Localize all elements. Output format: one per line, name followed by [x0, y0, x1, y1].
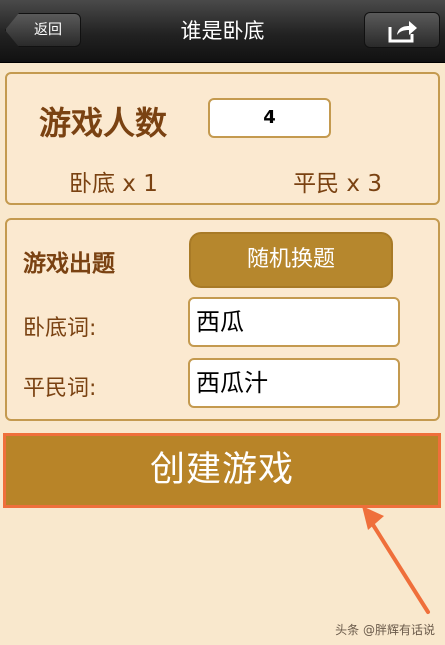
watermark-text: 头条 @胖辉有话说	[335, 623, 435, 637]
civilian-count-text: 平民 x 3	[293, 171, 382, 197]
player-count-panel: 游戏人数 4 卧底 x 1 平民 x 3	[5, 72, 440, 205]
share-icon	[388, 21, 417, 43]
question-label: 游戏出题	[23, 251, 115, 277]
annotation-arrow-icon	[362, 506, 430, 614]
top-navigation-bar: 谁是卧底 返回	[0, 0, 445, 63]
civilian-word-input[interactable]: 西瓜汁	[188, 358, 400, 408]
civilian-word-label: 平民词:	[23, 376, 97, 401]
spy-word-input[interactable]: 西瓜	[188, 297, 400, 347]
question-panel: 游戏出题 随机换题 卧底词: 西瓜 平民词: 西瓜汁	[5, 218, 440, 421]
back-button[interactable]: 返回	[5, 13, 81, 47]
spy-word-label: 卧底词:	[23, 316, 97, 341]
create-game-highlight: 创建游戏	[3, 433, 441, 508]
spy-count-text: 卧底 x 1	[69, 171, 158, 197]
player-count-label: 游戏人数	[39, 104, 168, 142]
share-button[interactable]	[364, 12, 440, 48]
player-count-input[interactable]: 4	[208, 98, 331, 138]
random-question-button[interactable]: 随机换题	[189, 232, 393, 288]
create-game-button[interactable]: 创建游戏	[6, 436, 438, 505]
